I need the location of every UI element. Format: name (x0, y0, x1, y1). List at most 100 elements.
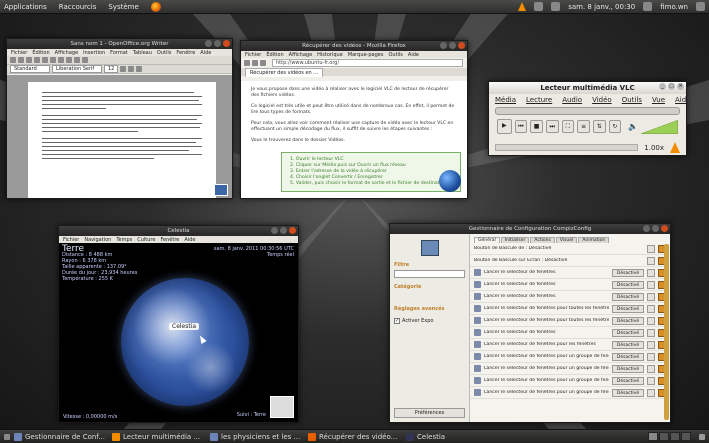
firefox-launcher-icon[interactable] (150, 1, 161, 12)
loop-icon[interactable]: ↻ (608, 120, 622, 133)
clock[interactable]: sam. 8 janv., 00:30 (568, 3, 635, 11)
shortcut-button[interactable]: Désactivé (612, 364, 644, 373)
shortcut-button[interactable]: Désactivé (612, 316, 644, 325)
menu-culture[interactable]: Culture (137, 237, 155, 243)
document-page[interactable] (27, 81, 217, 198)
tab-animation[interactable]: Animation (578, 237, 610, 243)
shortcut-button[interactable]: Désactivé (612, 304, 644, 313)
tab-actions[interactable]: Actions (530, 237, 555, 243)
shortcut-button[interactable]: Désactivé (612, 376, 644, 385)
task-firefox[interactable]: Récupérer des vidéo... (308, 432, 402, 441)
menu-edit[interactable]: Édition (266, 52, 283, 58)
menu-format[interactable]: Format (110, 50, 128, 56)
volume-icon[interactable]: 🔈 (628, 122, 638, 131)
save-icon[interactable] (26, 57, 32, 63)
menu-time[interactable]: Temps (116, 237, 132, 243)
redo-icon[interactable] (82, 57, 88, 63)
new-icon[interactable] (10, 57, 16, 63)
celestia-window[interactable]: Celestia Fichier Navigation Temps Cultur… (58, 225, 299, 423)
settings-row[interactable]: Bouton de Bascule de : Désactivé (470, 243, 670, 255)
earth-globe[interactable] (121, 278, 249, 406)
open-icon[interactable] (18, 57, 24, 63)
shortcut-button[interactable]: Désactivé (612, 328, 644, 337)
settings-row[interactable]: Lancer le sélecteur de fenêtres pour un … (470, 351, 670, 363)
minimize-icon[interactable]: _ (659, 83, 666, 90)
settings-row[interactable]: Lancer le sélecteur de fenêtres Désactivé (470, 291, 670, 303)
ccsm-window[interactable]: Gestionnaire de Configuration CompizConf… (389, 223, 671, 423)
menu-file[interactable]: Fichier (63, 237, 79, 243)
underline-icon[interactable] (136, 66, 142, 72)
close-icon[interactable] (458, 42, 465, 49)
settings-row[interactable]: Lancer le sélecteur de fenêtres Désactivé (470, 327, 670, 339)
menu-table[interactable]: Tableau (133, 50, 152, 56)
reload-icon[interactable] (260, 60, 266, 66)
maximize-icon[interactable] (214, 40, 221, 47)
copy-icon[interactable] (58, 57, 64, 63)
vlc-window[interactable]: Lecteur multimédia VLC _ □ × Média Lectu… (488, 81, 687, 156)
minimize-icon[interactable] (205, 40, 212, 47)
system-menu[interactable]: Système (108, 3, 138, 11)
menu-window[interactable]: Fenêtre (176, 50, 195, 56)
firefox-titlebar[interactable]: Récupérer des vidéos - Mozilla Firefox (241, 41, 467, 51)
workspace-2[interactable] (659, 432, 669, 441)
tab-initiate[interactable]: Initialiser (500, 237, 530, 243)
show-desktop-icon[interactable] (4, 433, 10, 440)
places-menu[interactable]: Raccourcis (59, 3, 97, 11)
menu-tools[interactable]: Outils (622, 96, 642, 104)
seek-slider[interactable] (495, 107, 680, 115)
font-select[interactable]: Liberation Serif (52, 65, 102, 73)
menu-help[interactable]: Aide (675, 96, 686, 104)
fullscreen-icon[interactable]: ⛶ (561, 120, 575, 133)
menu-help[interactable]: Aide (200, 50, 211, 56)
close-icon[interactable] (223, 40, 230, 47)
tab-visual[interactable]: Visuel (555, 237, 578, 243)
menu-help[interactable]: Aide (408, 52, 419, 58)
edit-icon[interactable] (647, 328, 655, 337)
edit-icon[interactable] (647, 364, 655, 373)
volume-icon[interactable] (551, 2, 561, 11)
settings-row[interactable]: Lancer le sélecteur de fenêtres pour un … (470, 375, 670, 387)
tab-general[interactable]: Général (474, 237, 500, 243)
previous-icon[interactable]: ⏮ (514, 120, 528, 133)
play-icon[interactable]: ▶ (497, 119, 512, 134)
shortcut-button[interactable]: Désactivé (612, 388, 644, 397)
shortcut-button[interactable]: Désactivé (612, 292, 644, 301)
preferences-button[interactable]: Préférences (394, 408, 465, 418)
menu-insert[interactable]: Insertion (83, 50, 105, 56)
page-content[interactable]: Je vous propose dans une vidéo à réalise… (241, 81, 467, 198)
edit-icon[interactable] (647, 280, 655, 289)
task-ccsm[interactable]: Gestionnaire de Conf... (14, 432, 108, 441)
maximize-icon[interactable] (449, 42, 456, 49)
shortcut-button[interactable]: Désactivé (612, 352, 644, 361)
shortcut-button[interactable]: Désactivé (612, 340, 644, 349)
forward-icon[interactable] (252, 60, 258, 66)
vlc-titlebar[interactable]: Lecteur multimédia VLC _ □ × (489, 82, 686, 94)
settings-row[interactable]: Lancer le sélecteur de fenêtres Désactivé (470, 267, 670, 279)
enable-checkbox[interactable]: ✓ (394, 318, 400, 324)
playlist-icon[interactable]: ≡ (577, 120, 590, 133)
ccsm-titlebar[interactable]: Gestionnaire de Configuration CompizConf… (390, 224, 670, 234)
menu-file[interactable]: Fichier (245, 52, 261, 58)
celestia-titlebar[interactable]: Celestia (59, 226, 298, 236)
menu-view[interactable]: Affichage (55, 50, 79, 56)
menu-navigation[interactable]: Navigation (84, 237, 111, 243)
vlc-tray-icon[interactable] (518, 2, 527, 11)
firefox-window[interactable]: Récupérer des vidéos - Mozilla Firefox F… (240, 40, 468, 199)
edit-icon[interactable] (647, 388, 655, 397)
menu-audio[interactable]: Audio (562, 96, 582, 104)
italic-icon[interactable] (128, 66, 134, 72)
settings-row[interactable]: Lancer le sélecteur de fenêtres pour un … (470, 363, 670, 375)
maximize-icon[interactable] (280, 227, 287, 234)
undo-icon[interactable] (74, 57, 80, 63)
tab-active[interactable]: Récupérer des vidéos en ... (245, 68, 324, 77)
edit-icon[interactable] (647, 292, 655, 301)
menu-file[interactable]: Fichier (11, 50, 27, 56)
menu-playback[interactable]: Lecture (526, 96, 552, 104)
maximize-icon[interactable] (652, 225, 659, 232)
network-icon[interactable] (534, 2, 544, 11)
writer-titlebar[interactable]: Sans nom 1 - OpenOffice.org Writer (7, 39, 232, 49)
workspace-4[interactable] (681, 432, 691, 441)
settings-row[interactable]: Lancer le sélecteur de fenêtres pour tou… (470, 303, 670, 315)
workspace-3[interactable] (670, 432, 680, 441)
print-icon[interactable] (34, 57, 40, 63)
